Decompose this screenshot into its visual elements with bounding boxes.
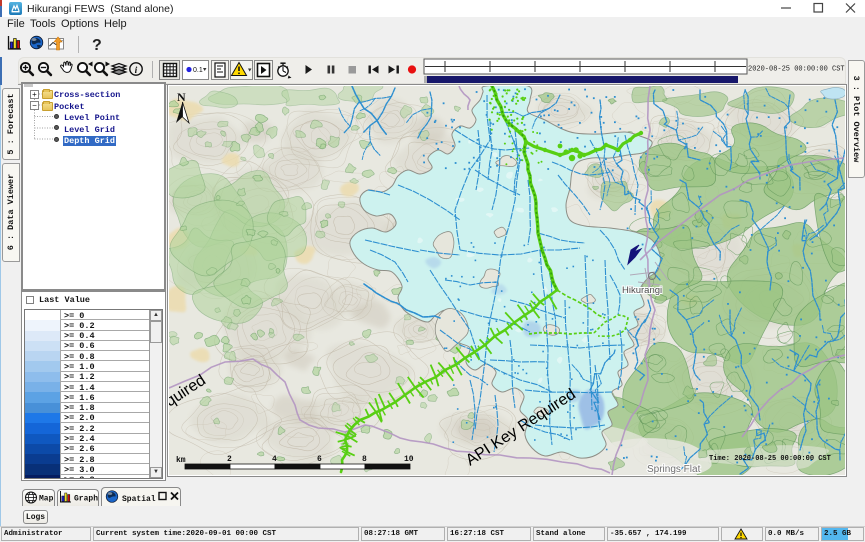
svg-text:10: 10	[404, 455, 414, 464]
svg-text:Graph: Graph	[74, 495, 98, 504]
svg-text:Springs Flat: Springs Flat	[647, 464, 701, 475]
svg-text:km: km	[176, 456, 186, 465]
svg-text:2020-08-25 00:00:00 CST: 2020-08-25 00:00:00 CST	[748, 66, 845, 74]
svg-text:?: ?	[92, 37, 102, 54]
svg-text:Map: Map	[39, 495, 54, 504]
svg-text:N: N	[177, 90, 186, 104]
svg-text:Spatial: Spatial	[122, 495, 156, 504]
svg-text:Hikurangi: Hikurangi	[622, 285, 662, 296]
svg-text:6: 6	[317, 455, 322, 464]
svg-text:Time: 2020-08-25 00:00:00 CST: Time: 2020-08-25 00:00:00 CST	[709, 455, 831, 463]
svg-text:2: 2	[227, 455, 232, 464]
svg-text:4: 4	[272, 455, 277, 464]
svg-text:i: i	[135, 66, 138, 76]
svg-text:8: 8	[362, 455, 367, 464]
svg-text:0.1: 0.1	[193, 67, 203, 74]
